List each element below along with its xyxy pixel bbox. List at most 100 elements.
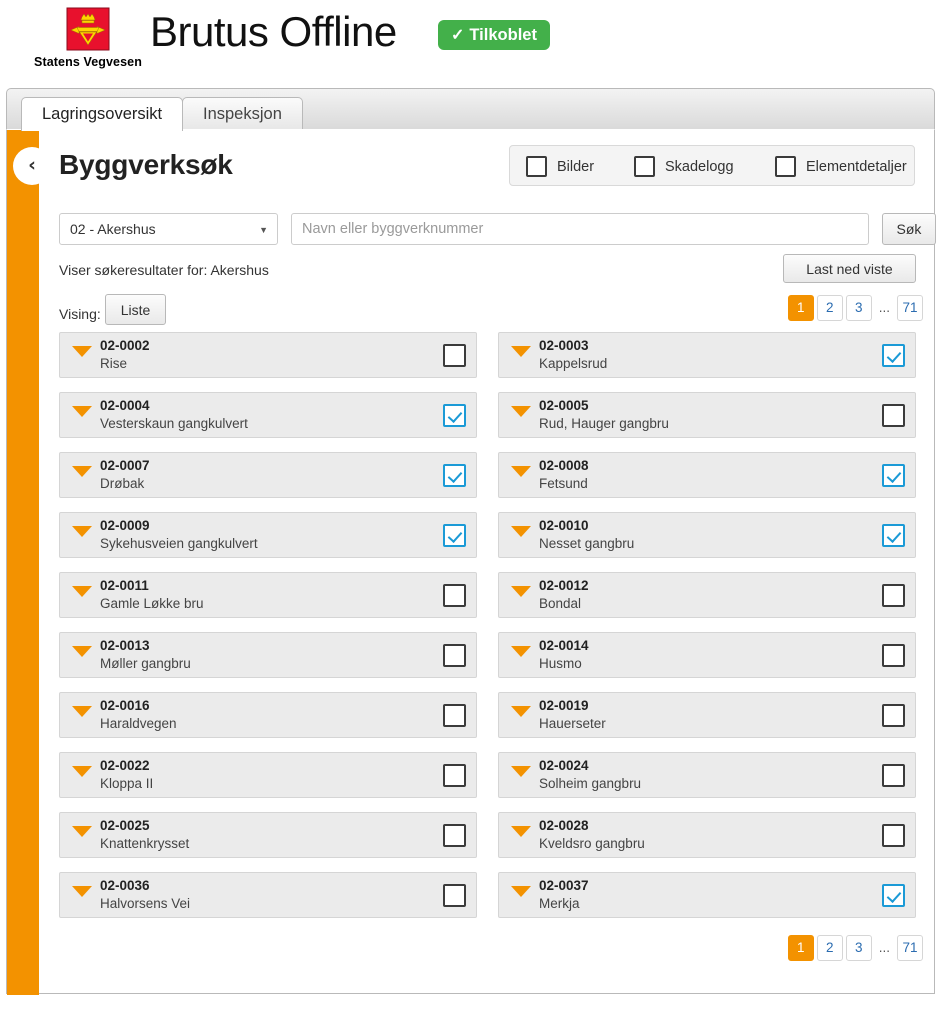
row-select-checkbox[interactable] (882, 824, 905, 847)
table-row[interactable]: 02-0025 Knattenkrysset (59, 812, 477, 858)
table-row[interactable]: 02-0028 Kveldsro gangbru (498, 812, 916, 858)
filter-skadelogg-checkbox[interactable] (634, 156, 655, 177)
expand-triangle-icon[interactable] (511, 766, 531, 777)
filter-bilder[interactable]: Bilder (526, 155, 594, 178)
table-row[interactable]: 02-0004 Vesterskaun gangkulvert (59, 392, 477, 438)
row-select-checkbox[interactable] (882, 584, 905, 607)
statens-vegvesen-logo-icon (66, 7, 110, 51)
row-select-checkbox[interactable] (443, 464, 466, 487)
row-select-checkbox[interactable] (443, 704, 466, 727)
expand-triangle-icon[interactable] (511, 586, 531, 597)
table-row[interactable]: 02-0005 Rud, Hauger gangbru (498, 392, 916, 438)
logo-caption: Statens Vegvesen (34, 55, 142, 69)
row-select-checkbox[interactable] (882, 884, 905, 907)
expand-triangle-icon[interactable] (72, 406, 92, 417)
row-select-checkbox[interactable] (443, 644, 466, 667)
filter-elementdetaljer[interactable]: Elementdetaljer (775, 155, 907, 178)
structure-number: 02-0014 (539, 638, 589, 653)
expand-triangle-icon[interactable] (511, 346, 531, 357)
row-select-checkbox[interactable] (882, 464, 905, 487)
table-row[interactable]: 02-0036 Halvorsens Vei (59, 872, 477, 918)
row-select-checkbox[interactable] (443, 824, 466, 847)
download-visible-button[interactable]: Last ned viste (783, 254, 916, 283)
row-select-checkbox[interactable] (882, 404, 905, 427)
row-select-checkbox[interactable] (443, 884, 466, 907)
expand-triangle-icon[interactable] (511, 886, 531, 897)
expand-triangle-icon[interactable] (72, 526, 92, 537)
structure-name: Knattenkrysset (100, 836, 190, 851)
table-row[interactable]: 02-0007 Drøbak (59, 452, 477, 498)
expand-triangle-icon[interactable] (72, 706, 92, 717)
structure-name: Halvorsens Vei (100, 896, 191, 911)
row-select-checkbox[interactable] (443, 344, 466, 367)
expand-triangle-icon[interactable] (72, 886, 92, 897)
search-button[interactable]: Søk (882, 213, 936, 245)
view-mode-label: Vising: (59, 306, 101, 322)
table-row[interactable]: 02-0008 Fetsund (498, 452, 916, 498)
table-row[interactable]: 02-0014 Husmo (498, 632, 916, 678)
table-row[interactable]: 02-0022 Kloppa II (59, 752, 477, 798)
row-select-checkbox[interactable] (882, 344, 905, 367)
row-select-checkbox[interactable] (882, 704, 905, 727)
row-select-checkbox[interactable] (443, 404, 466, 427)
pagination-page-2[interactable]: 2 (816, 935, 843, 961)
pagination-ellipsis: ... (878, 300, 890, 315)
expand-triangle-icon[interactable] (72, 346, 92, 357)
table-row[interactable]: 02-0011 Gamle Løkke bru (59, 572, 477, 618)
county-select[interactable]: 02 - Akershus ▼ (59, 213, 278, 245)
table-row[interactable]: 02-0002 Rise (59, 332, 477, 378)
view-mode-liste-button[interactable]: Liste (105, 294, 166, 325)
app-window: Statens Vegvesen Brutus Offline ✓ Tilkobl… (0, 0, 941, 1017)
expand-triangle-icon[interactable] (72, 646, 92, 657)
tab-lagringsoversikt[interactable]: Lagringsoversikt (21, 97, 184, 131)
row-select-checkbox[interactable] (882, 764, 905, 787)
table-row[interactable]: 02-0037 Merkja (498, 872, 916, 918)
expand-triangle-icon[interactable] (72, 766, 92, 777)
pagination-page-71[interactable]: 71 (897, 295, 923, 321)
structure-name: Rud, Hauger gangbru (539, 416, 669, 431)
pagination-page-3[interactable]: 3 (845, 935, 872, 961)
row-select-checkbox[interactable] (443, 584, 466, 607)
expand-triangle-icon[interactable] (511, 826, 531, 837)
filter-bilder-checkbox[interactable] (526, 156, 547, 177)
expand-triangle-icon[interactable] (511, 526, 531, 537)
structure-number: 02-0019 (539, 698, 589, 713)
expand-triangle-icon[interactable] (511, 646, 531, 657)
table-row[interactable]: 02-0010 Nesset gangbru (498, 512, 916, 558)
sidebar-collapse-button[interactable]: ‹ (13, 147, 51, 185)
table-row[interactable]: 02-0016 Haraldvegen (59, 692, 477, 738)
expand-triangle-icon[interactable] (511, 706, 531, 717)
pagination-page-1[interactable]: 1 (787, 295, 814, 321)
structure-number: 02-0007 (100, 458, 150, 473)
table-row[interactable]: 02-0019 Hauerseter (498, 692, 916, 738)
filter-elementdetaljer-checkbox[interactable] (775, 156, 796, 177)
row-select-checkbox[interactable] (882, 524, 905, 547)
expand-triangle-icon[interactable] (511, 466, 531, 477)
row-select-checkbox[interactable] (882, 644, 905, 667)
county-select-value: 02 - Akershus (70, 221, 156, 237)
pagination-page-71[interactable]: 71 (897, 935, 923, 961)
pagination-page-3[interactable]: 3 (845, 295, 872, 321)
table-row[interactable]: 02-0009 Sykehusveien gangkulvert (59, 512, 477, 558)
table-row[interactable]: 02-0013 Møller gangbru (59, 632, 477, 678)
tab-inspeksjon[interactable]: Inspeksjon (182, 97, 303, 131)
table-row[interactable]: 02-0012 Bondal (498, 572, 916, 618)
filter-options-bar: Bilder Skadelogg Elementdetaljer (509, 145, 915, 186)
expand-triangle-icon[interactable] (511, 406, 531, 417)
pagination-page-1[interactable]: 1 (787, 935, 814, 961)
search-input[interactable] (291, 213, 869, 245)
expand-triangle-icon[interactable] (72, 826, 92, 837)
main-panel: ‹ Byggverksøk Bilder Skadelogg Elementde… (6, 129, 936, 995)
row-select-checkbox[interactable] (443, 764, 466, 787)
pagination-top: 1 2 3... 71 (785, 295, 923, 321)
structure-name: Kappelsrud (539, 356, 608, 371)
table-row[interactable]: 02-0024 Solheim gangbru (498, 752, 916, 798)
expand-triangle-icon[interactable] (72, 586, 92, 597)
pagination-page-2[interactable]: 2 (816, 295, 843, 321)
filter-skadelogg[interactable]: Skadelogg (634, 155, 734, 178)
table-row[interactable]: 02-0003 Kappelsrud (498, 332, 916, 378)
expand-triangle-icon[interactable] (72, 466, 92, 477)
row-select-checkbox[interactable] (443, 524, 466, 547)
status-badge-label: Tilkoblet (469, 26, 537, 44)
content-area: Byggverksøk Bilder Skadelogg Elementdeta… (39, 130, 936, 995)
